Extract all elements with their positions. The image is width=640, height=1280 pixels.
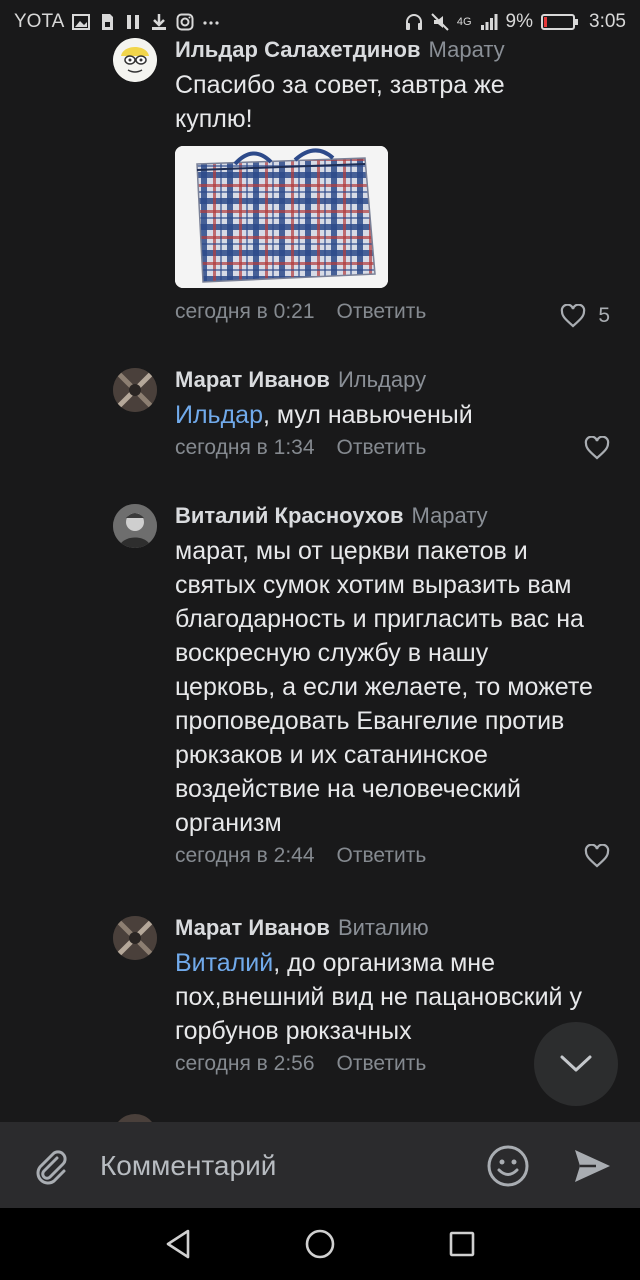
download-icon — [152, 14, 167, 30]
battery-level — [544, 17, 548, 27]
comment-header: Марат Иванов Виталию — [175, 914, 620, 942]
comment-meta: сегодня в 2:44 Ответить — [175, 840, 620, 872]
mention-link[interactable]: Виталий — [175, 949, 273, 977]
comment-author[interactable]: Виталий Красноухов — [175, 503, 404, 528]
comment-time: сегодня в 0:21 — [175, 300, 315, 323]
comment-text: Спасибо за совет, завтра же куплю! — [175, 71, 505, 133]
like-button[interactable]: 5 — [560, 300, 610, 332]
image-icon — [72, 14, 91, 30]
reply-button[interactable]: Ответить — [337, 844, 427, 867]
comment-feed[interactable]: Ильдар Салахетдинов Марату Спасибо за сов… — [0, 30, 640, 1122]
instagram-icon — [176, 13, 194, 31]
network-label: 4G — [456, 16, 472, 28]
heart-icon — [561, 304, 586, 328]
like-button[interactable] — [584, 436, 610, 460]
comment-meta: сегодня в 1:34 Ответить — [175, 432, 620, 464]
recents-button[interactable] — [442, 1224, 482, 1264]
comment-header: Виталий Красноухов Марату — [175, 502, 620, 530]
more-dots-icon — [203, 21, 219, 25]
scroll-down-button[interactable] — [534, 1022, 618, 1106]
system-nav-bar — [0, 1208, 640, 1280]
comment-text-body: , мул навьюченый — [262, 401, 473, 429]
back-button[interactable] — [158, 1224, 198, 1264]
comment-reply-to[interactable]: Виталию — [338, 915, 429, 940]
recents-square-icon — [449, 1231, 475, 1257]
sim-icon — [102, 14, 114, 30]
comment-time: сегодня в 2:44 — [175, 844, 315, 867]
comment-header: Марат Иванов Ильдару — [175, 366, 620, 394]
comment-header: Ильдар Салахетдинов Марату — [175, 36, 620, 64]
heart-icon — [584, 844, 610, 868]
mention-link[interactable]: Ильдар — [175, 401, 263, 429]
comment-text: марат, мы от церкви пакетов и святых сум… — [175, 537, 593, 837]
reply-button[interactable]: Ответить — [337, 300, 427, 323]
comment-text: Ильдар, мул навьюченый — [175, 398, 620, 432]
comment-meta: сегодня в 0:21 Ответить 5 — [175, 296, 620, 328]
comment-reply-to[interactable]: Марату — [412, 503, 488, 528]
pause-icon — [127, 15, 140, 29]
chevron-down-icon — [560, 1055, 592, 1072]
comment-reply-to[interactable]: Ильдару — [338, 367, 426, 392]
send-icon[interactable] — [572, 1146, 612, 1186]
battery-icon — [541, 14, 579, 30]
attachment-image[interactable] — [175, 146, 388, 288]
avatar[interactable] — [113, 38, 157, 82]
comment-author[interactable]: Марат Иванов — [175, 915, 330, 940]
smile-icon[interactable] — [486, 1144, 530, 1188]
avatar[interactable] — [113, 916, 157, 960]
back-triangle-icon — [166, 1229, 190, 1259]
comment-author[interactable]: Марат Иванов — [175, 367, 330, 392]
comment-time: сегодня в 2:56 — [175, 1052, 315, 1075]
like-count: 5 — [598, 304, 610, 327]
comment-time: сегодня в 1:34 — [175, 436, 315, 459]
comment-composer — [0, 1122, 640, 1208]
comment-author[interactable]: Ильдар Салахетдинов — [175, 37, 421, 62]
reply-button[interactable]: Ответить — [337, 1052, 427, 1075]
heart-icon — [584, 436, 610, 460]
comment-reply-to[interactable]: Марату — [429, 37, 505, 62]
avatar[interactable] — [113, 504, 157, 548]
home-circle-icon — [305, 1229, 335, 1259]
mute-icon — [431, 13, 449, 31]
comment-input[interactable] — [100, 1144, 460, 1188]
headphones-icon — [405, 14, 422, 30]
avatar[interactable] — [113, 1114, 157, 1122]
avatar[interactable] — [113, 368, 157, 412]
home-button[interactable] — [300, 1224, 340, 1264]
reply-button[interactable]: Ответить — [337, 436, 427, 459]
signal-icon — [480, 14, 498, 30]
like-button[interactable] — [584, 844, 610, 868]
paperclip-icon[interactable] — [30, 1146, 70, 1186]
